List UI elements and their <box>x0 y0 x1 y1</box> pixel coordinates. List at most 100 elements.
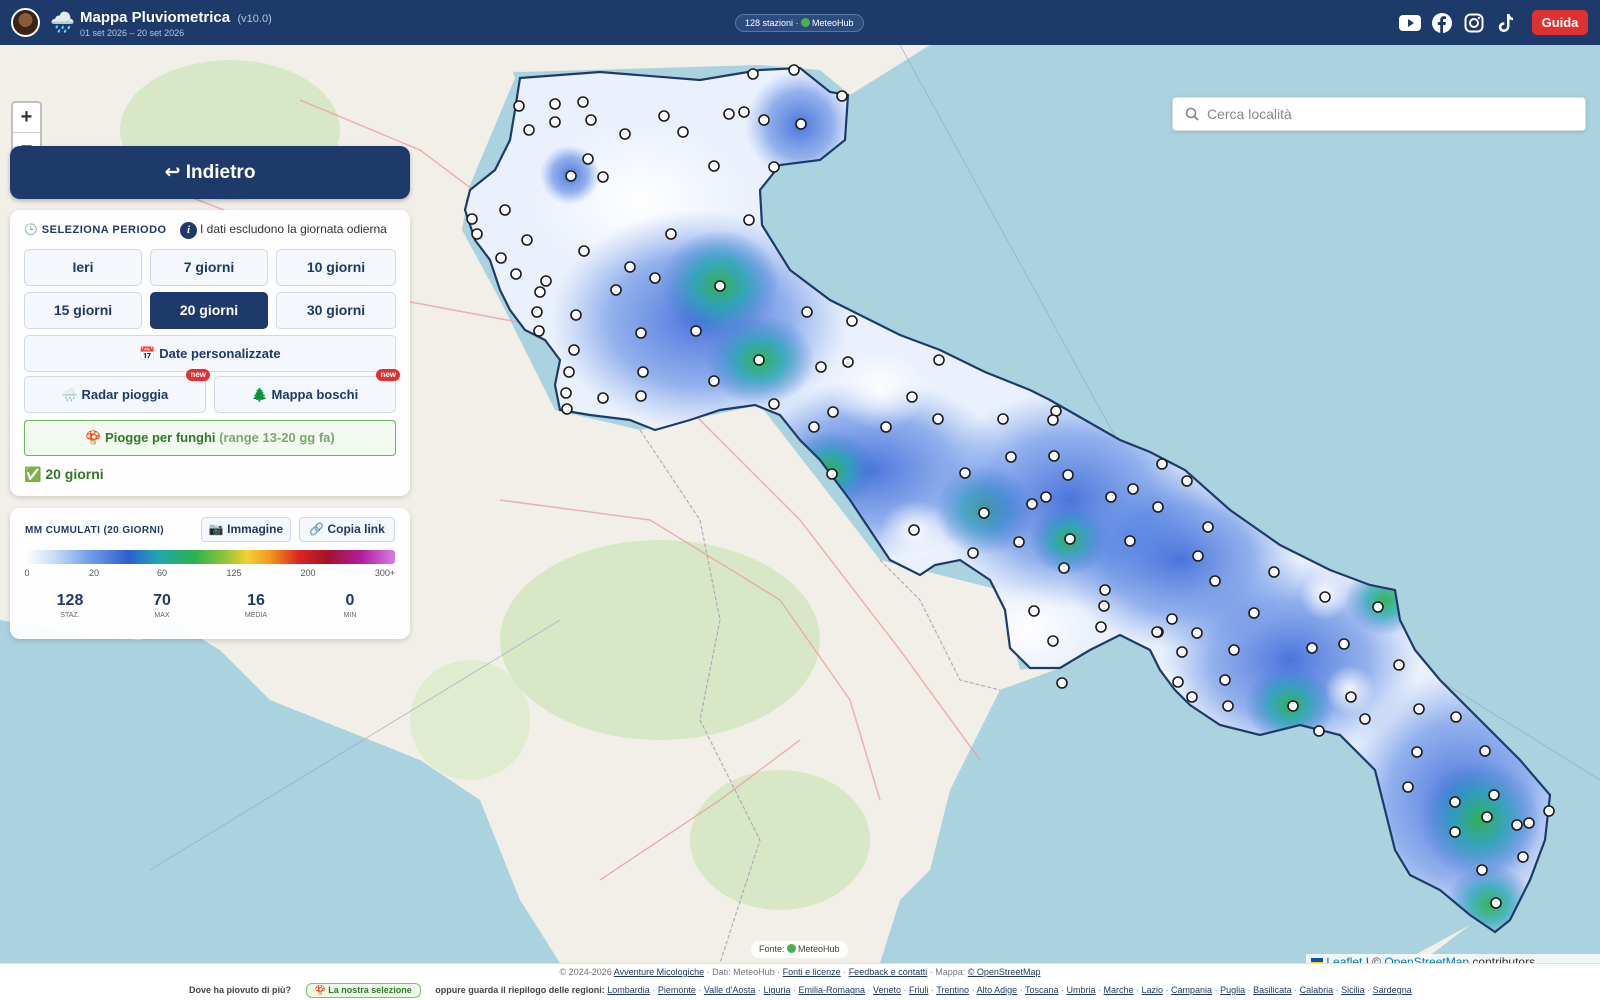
station-marker[interactable] <box>815 361 827 373</box>
station-marker[interactable] <box>1191 627 1203 639</box>
station-marker[interactable] <box>578 245 590 257</box>
station-marker[interactable] <box>619 128 631 140</box>
station-marker[interactable] <box>1219 674 1231 686</box>
station-marker[interactable] <box>1411 746 1423 758</box>
region-link-piemonte[interactable]: Piemonte <box>658 985 696 995</box>
region-link-sicilia[interactable]: Sicilia <box>1341 985 1365 995</box>
station-marker[interactable] <box>1105 491 1117 503</box>
station-marker[interactable] <box>570 309 582 321</box>
station-marker[interactable] <box>565 170 577 182</box>
station-marker[interactable] <box>1181 475 1193 487</box>
region-link-marche[interactable]: Marche <box>1104 985 1134 995</box>
station-marker[interactable] <box>801 306 813 318</box>
youtube-icon[interactable] <box>1399 12 1421 34</box>
station-marker[interactable] <box>906 391 918 403</box>
instagram-icon[interactable] <box>1463 12 1485 34</box>
station-marker[interactable] <box>795 118 807 130</box>
region-link-basilicata[interactable]: Basilicata <box>1253 985 1292 995</box>
station-marker[interactable] <box>466 213 478 225</box>
station-marker[interactable] <box>1062 469 1074 481</box>
station-marker[interactable] <box>1517 851 1529 863</box>
station-marker[interactable] <box>1192 550 1204 562</box>
station-marker[interactable] <box>1040 491 1052 503</box>
station-marker[interactable] <box>1359 713 1371 725</box>
station-marker[interactable] <box>1306 642 1318 654</box>
station-marker[interactable] <box>1481 811 1493 823</box>
station-marker[interactable] <box>768 161 780 173</box>
station-marker[interactable] <box>1222 700 1234 712</box>
station-marker[interactable] <box>577 96 589 108</box>
station-marker[interactable] <box>1313 725 1325 737</box>
station-marker[interactable] <box>747 68 759 80</box>
avatar[interactable] <box>11 8 40 37</box>
forest-map-button[interactable]: 🌲 Mappa boschi new <box>214 369 400 413</box>
search-input[interactable] <box>1207 98 1577 130</box>
station-marker[interactable] <box>563 366 575 378</box>
author-link[interactable]: Avventure Micologiche <box>614 967 704 977</box>
station-marker[interactable] <box>1098 600 1110 612</box>
station-marker[interactable] <box>1013 536 1025 548</box>
period-10-days-button[interactable]: 10 giorni <box>276 249 396 286</box>
station-marker[interactable] <box>1402 781 1414 793</box>
station-marker[interactable] <box>549 116 561 128</box>
station-marker[interactable] <box>637 366 649 378</box>
station-marker[interactable] <box>978 507 990 519</box>
station-marker[interactable] <box>1202 521 1214 533</box>
rain-radar-button[interactable]: 🌧️ Radar pioggia new <box>24 369 210 413</box>
station-marker[interactable] <box>714 280 726 292</box>
station-marker[interactable] <box>1047 414 1059 426</box>
region-link-friuli[interactable]: Friuli <box>909 985 929 995</box>
facebook-icon[interactable] <box>1431 12 1453 34</box>
station-marker[interactable] <box>1248 607 1260 619</box>
station-marker[interactable] <box>1156 458 1168 470</box>
station-marker[interactable] <box>1056 677 1068 689</box>
station-marker[interactable] <box>1450 711 1462 723</box>
station-marker[interactable] <box>610 284 622 296</box>
station-marker[interactable] <box>1228 644 1240 656</box>
station-marker[interactable] <box>1095 621 1107 633</box>
region-link-campania[interactable]: Campania <box>1171 985 1212 995</box>
station-marker[interactable] <box>1319 591 1331 603</box>
region-link-valle-d-aosta[interactable]: Valle d'Aosta <box>704 985 756 995</box>
station-marker[interactable] <box>1166 613 1178 625</box>
station-marker[interactable] <box>499 204 511 216</box>
station-marker[interactable] <box>533 325 545 337</box>
station-marker[interactable] <box>1099 584 1111 596</box>
station-marker[interactable] <box>788 64 800 76</box>
station-marker[interactable] <box>932 413 944 425</box>
region-link-emilia-romagna[interactable]: Emilia-Romagna <box>798 985 865 995</box>
station-marker[interactable] <box>1268 566 1280 578</box>
station-marker[interactable] <box>1209 575 1221 587</box>
region-link-veneto[interactable]: Veneto <box>873 985 901 995</box>
station-marker[interactable] <box>534 286 546 298</box>
region-link-calabria[interactable]: Calabria <box>1300 985 1334 995</box>
station-marker[interactable] <box>597 392 609 404</box>
station-marker[interactable] <box>585 114 597 126</box>
feedback-link[interactable]: Feedback e contatti <box>849 967 928 977</box>
back-button[interactable]: ↩ Indietro <box>10 146 410 199</box>
station-marker[interactable] <box>1338 638 1350 650</box>
station-marker[interactable] <box>1127 483 1139 495</box>
station-marker[interactable] <box>1058 562 1070 574</box>
station-marker[interactable] <box>582 153 594 165</box>
station-marker[interactable] <box>836 90 848 102</box>
station-marker[interactable] <box>510 268 522 280</box>
region-link-trentino[interactable]: Trentino <box>936 985 969 995</box>
region-link-alto-adige[interactable]: Alto Adige <box>977 985 1018 995</box>
station-marker[interactable] <box>635 390 647 402</box>
region-link-puglia[interactable]: Puglia <box>1220 985 1245 995</box>
station-marker[interactable] <box>649 272 661 284</box>
station-marker[interactable] <box>1287 700 1299 712</box>
station-marker[interactable] <box>708 160 720 172</box>
period-20-days-button[interactable]: 20 giorni <box>150 292 268 329</box>
station-marker[interactable] <box>842 356 854 368</box>
station-marker[interactable] <box>1490 897 1502 909</box>
region-link-lombardia[interactable]: Lombardia <box>607 985 650 995</box>
station-marker[interactable] <box>1345 691 1357 703</box>
export-image-button[interactable]: 📷 Immagine <box>201 517 291 542</box>
info-icon[interactable]: i <box>180 222 197 239</box>
station-marker[interactable] <box>690 325 702 337</box>
station-marker[interactable] <box>1064 533 1076 545</box>
station-marker[interactable] <box>1488 789 1500 801</box>
station-marker[interactable] <box>1176 646 1188 658</box>
